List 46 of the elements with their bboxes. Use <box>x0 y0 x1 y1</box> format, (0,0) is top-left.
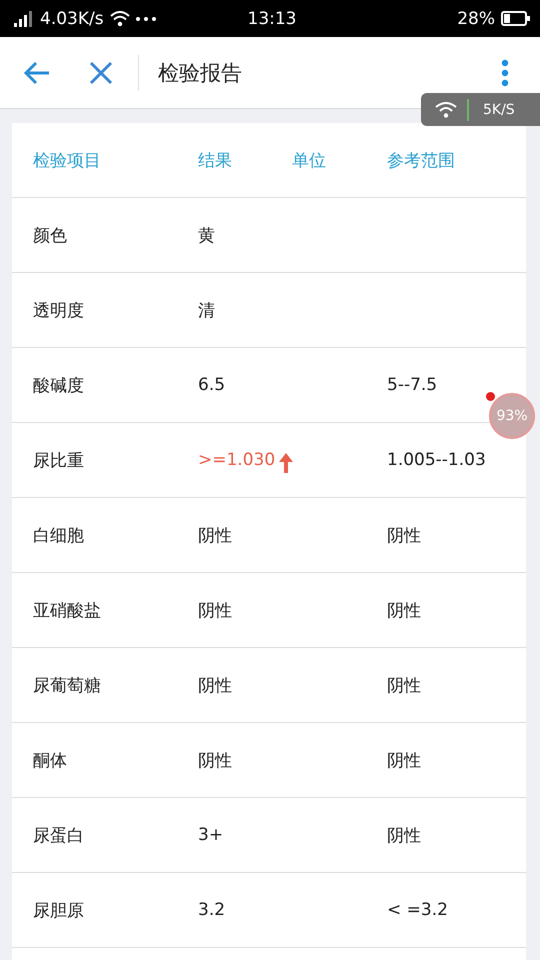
reference-range: < =3.2 <box>387 900 448 920</box>
back-arrow-icon <box>23 60 51 84</box>
item-name: 尿蛋白 <box>33 824 85 846</box>
reference-range: 阴性 <box>387 600 421 622</box>
item-name: 酸碱度 <box>33 374 85 396</box>
reference-range: 阴性 <box>387 824 421 846</box>
result-value: >=1.030 <box>198 447 294 473</box>
result-value: 阴性 <box>198 674 232 696</box>
item-name: 尿胆原 <box>33 900 85 922</box>
clock-time: 13:13 <box>248 8 296 28</box>
reference-range: 阴性 <box>387 524 421 546</box>
battery-percent: 28% <box>457 8 495 28</box>
item-name: 酮体 <box>33 750 68 772</box>
column-header: 结果 <box>198 150 233 172</box>
reference-range: 1.005--1.03 <box>387 450 486 470</box>
result-value: 6.5 <box>198 375 226 395</box>
reference-range: 阴性 <box>387 674 421 696</box>
result-value: 阴性 <box>198 600 232 622</box>
more-vertical-icon <box>501 58 509 86</box>
item-name: 尿比重 <box>33 450 85 472</box>
close-icon <box>89 60 113 84</box>
column-header: 单位 <box>292 150 327 172</box>
speed-reading: 5K/S <box>483 102 515 118</box>
item-name: 透明度 <box>33 300 85 322</box>
signal-icon <box>14 10 34 26</box>
battery-icon <box>501 11 530 26</box>
reference-range: 5--7.5 <box>387 375 438 395</box>
wifi-icon <box>110 10 130 26</box>
item-name: 亚硝酸盐 <box>33 600 102 622</box>
item-name: 颜色 <box>33 224 68 246</box>
more-icon <box>136 16 156 20</box>
wifi-icon <box>435 102 457 118</box>
reference-range: 阴性 <box>387 750 421 772</box>
item-name: 尿葡萄糖 <box>33 674 102 696</box>
result-value: 3+ <box>198 825 224 845</box>
result-value: 清 <box>198 300 215 322</box>
item-name: 白细胞 <box>33 524 85 546</box>
result-value: 黄 <box>198 224 215 246</box>
column-header: 检验项目 <box>33 150 102 172</box>
network-speed: 4.03K/s <box>40 8 104 28</box>
result-value: 阴性 <box>198 524 232 546</box>
up-arrow-icon <box>279 453 294 473</box>
result-value: 阴性 <box>198 750 232 772</box>
column-header: 参考范围 <box>387 150 456 172</box>
page-title: 检验报告 <box>158 60 243 86</box>
result-value: 3.2 <box>198 900 226 920</box>
